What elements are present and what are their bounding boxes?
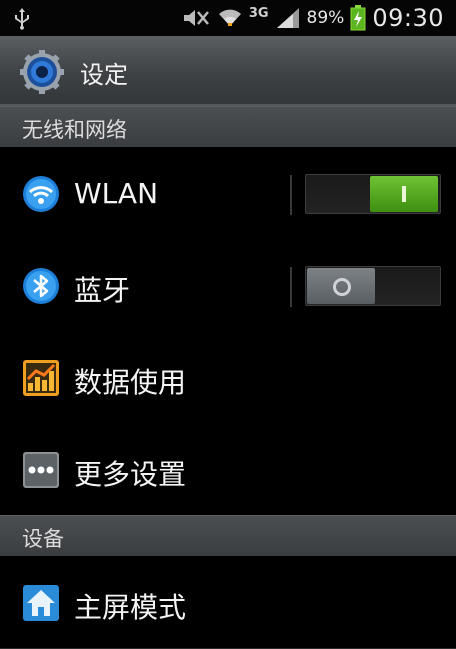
battery-percent: 89% xyxy=(306,8,345,28)
more-settings-icon xyxy=(23,452,59,488)
action-bar: 设定 xyxy=(0,36,456,106)
bluetooth-toggle[interactable] xyxy=(305,266,441,306)
mute-icon xyxy=(183,10,209,26)
wifi-icon xyxy=(23,176,59,212)
home-screen-icon xyxy=(23,585,59,621)
status-bar: 3G 89% 09:30 xyxy=(0,0,456,36)
section-header-label: 无线和网络 xyxy=(22,118,127,142)
settings-item-bluetooth[interactable]: 蓝牙 xyxy=(0,239,456,332)
usb-icon xyxy=(15,8,29,30)
section-header-wireless: 无线和网络 xyxy=(0,106,456,148)
wifi-icon xyxy=(218,9,241,26)
settings-item-data-usage[interactable]: 数据使用 xyxy=(0,331,456,424)
settings-gear-icon[interactable] xyxy=(20,50,64,94)
wlan-toggle[interactable] xyxy=(305,174,441,214)
toggle-knob xyxy=(307,268,375,304)
bluetooth-icon xyxy=(23,268,59,304)
battery-icon xyxy=(350,5,366,31)
settings-item-label: 更多设置 xyxy=(74,458,187,491)
data-usage-icon xyxy=(23,360,59,396)
row-divider xyxy=(290,267,292,307)
settings-item-wlan[interactable]: WLAN xyxy=(0,147,456,240)
network-type-label: 3G xyxy=(248,5,269,21)
section-header-device: 设备 xyxy=(0,515,456,557)
status-time: 09:30 xyxy=(372,4,444,32)
settings-item-more-settings[interactable]: 更多设置 xyxy=(0,423,456,516)
settings-item-label: 主屏模式 xyxy=(74,591,187,624)
settings-item-label: 数据使用 xyxy=(74,366,187,399)
row-divider xyxy=(290,175,292,215)
toggle-knob xyxy=(370,176,438,212)
settings-item-label: 蓝牙 xyxy=(74,274,131,307)
settings-item-home-screen-mode[interactable]: 主屏模式 xyxy=(0,556,456,649)
section-header-label: 设备 xyxy=(22,527,64,551)
settings-item-label: WLAN xyxy=(74,177,159,210)
signal-icon xyxy=(276,8,299,28)
page-title: 设定 xyxy=(80,61,128,89)
